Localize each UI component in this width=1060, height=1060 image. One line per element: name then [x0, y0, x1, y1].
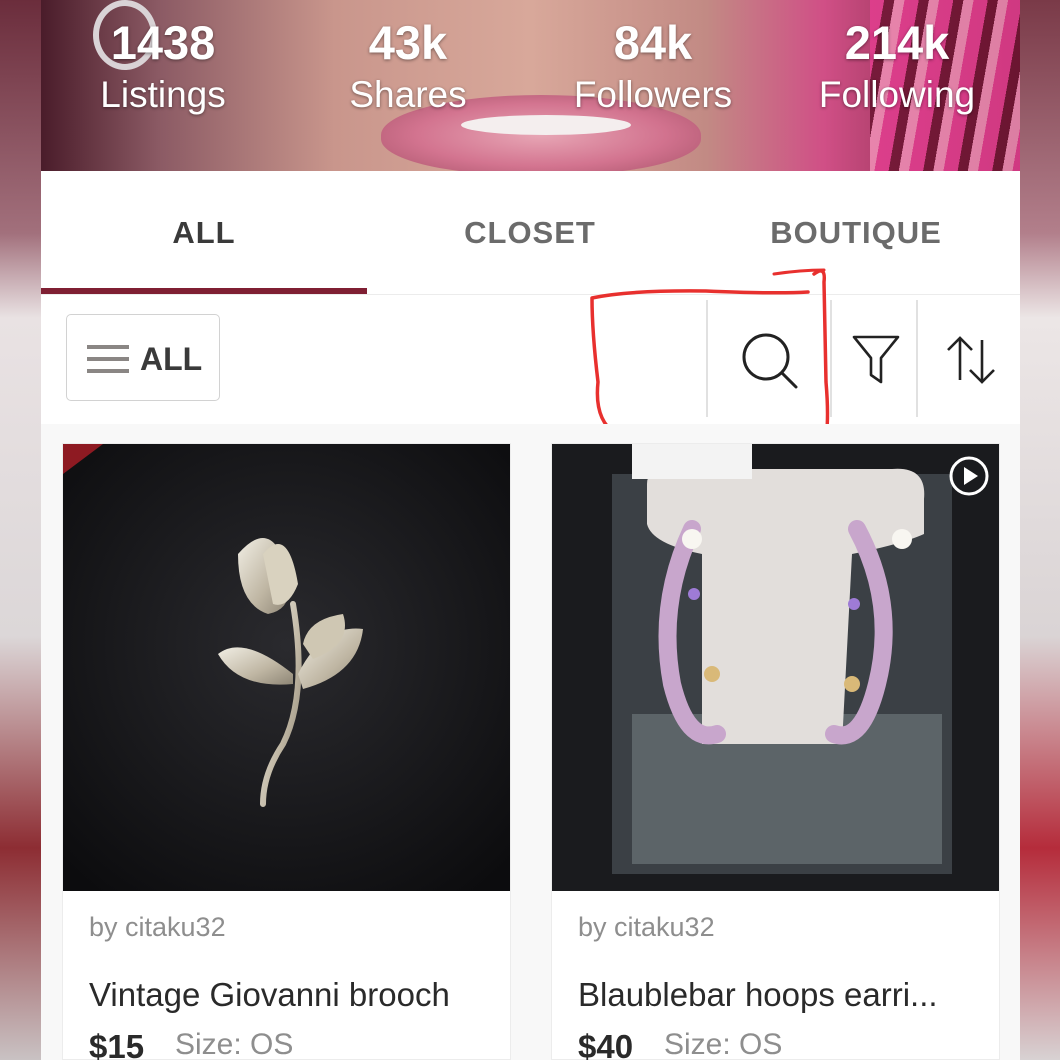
listing-title[interactable]: Vintage Giovanni brooch: [89, 976, 450, 1014]
listing-seller[interactable]: by citaku32: [89, 912, 226, 943]
category-filter-button[interactable]: ALL: [66, 314, 220, 401]
closet-page: 1438 Listings 43k Shares 84k Followers 2…: [41, 0, 1020, 1060]
tab-boutique[interactable]: BOUTIQUE: [693, 215, 1019, 251]
listing-card[interactable]: by citaku32 Vintage Giovanni brooch $15 …: [62, 443, 511, 1060]
listing-seller[interactable]: by citaku32: [578, 912, 715, 943]
stat-value: 1438: [110, 16, 216, 69]
listing-price: $40: [578, 1028, 634, 1060]
stat-label: Shares: [349, 74, 467, 115]
stat-label: Followers: [573, 74, 733, 115]
stat-followers[interactable]: 84k Followers: [553, 14, 753, 118]
listing-photo-earrings[interactable]: [552, 444, 999, 891]
toolbar-divider: [706, 300, 708, 417]
toolbar-divider: [916, 300, 918, 417]
video-play-icon[interactable]: [947, 454, 991, 498]
toolbar-divider: [830, 300, 832, 417]
background-left-blur: [0, 0, 41, 1060]
filter-funnel-icon[interactable]: [836, 320, 916, 400]
banner-photo-teeth: [461, 115, 631, 135]
listing-card[interactable]: by citaku32 Blaublebar hoops earri... $4…: [551, 443, 1000, 1060]
listing-price: $15: [89, 1028, 145, 1060]
stat-value: 43k: [368, 16, 448, 69]
hamburger-menu-icon: [87, 345, 129, 373]
active-tab-indicator: [41, 288, 367, 294]
stat-shares[interactable]: 43k Shares: [308, 14, 508, 118]
stat-label: Following: [818, 74, 976, 115]
background-right-blur: [1020, 0, 1060, 1060]
listing-title[interactable]: Blaublebar hoops earri...: [578, 976, 938, 1014]
category-filter-label: ALL: [140, 341, 203, 377]
closet-tabs: ALL CLOSET BOUTIQUE: [41, 171, 1020, 295]
stat-listings[interactable]: 1438 Listings: [63, 14, 263, 118]
listing-size: Size: OS: [175, 1028, 294, 1060]
sort-arrows-icon[interactable]: [931, 320, 1011, 400]
profile-banner: 1438 Listings 43k Shares 84k Followers 2…: [41, 0, 1020, 171]
stat-label: Listings: [100, 74, 226, 115]
search-icon[interactable]: [729, 320, 809, 400]
stat-value: 214k: [844, 16, 950, 69]
listing-photo-brooch[interactable]: [63, 444, 510, 891]
stat-value: 84k: [613, 16, 693, 69]
tab-all[interactable]: ALL: [41, 215, 367, 251]
tab-closet[interactable]: CLOSET: [367, 215, 693, 251]
listing-toolbar: ALL: [41, 295, 1020, 423]
listing-size: Size: OS: [664, 1028, 783, 1060]
stat-following[interactable]: 214k Following: [797, 14, 997, 118]
